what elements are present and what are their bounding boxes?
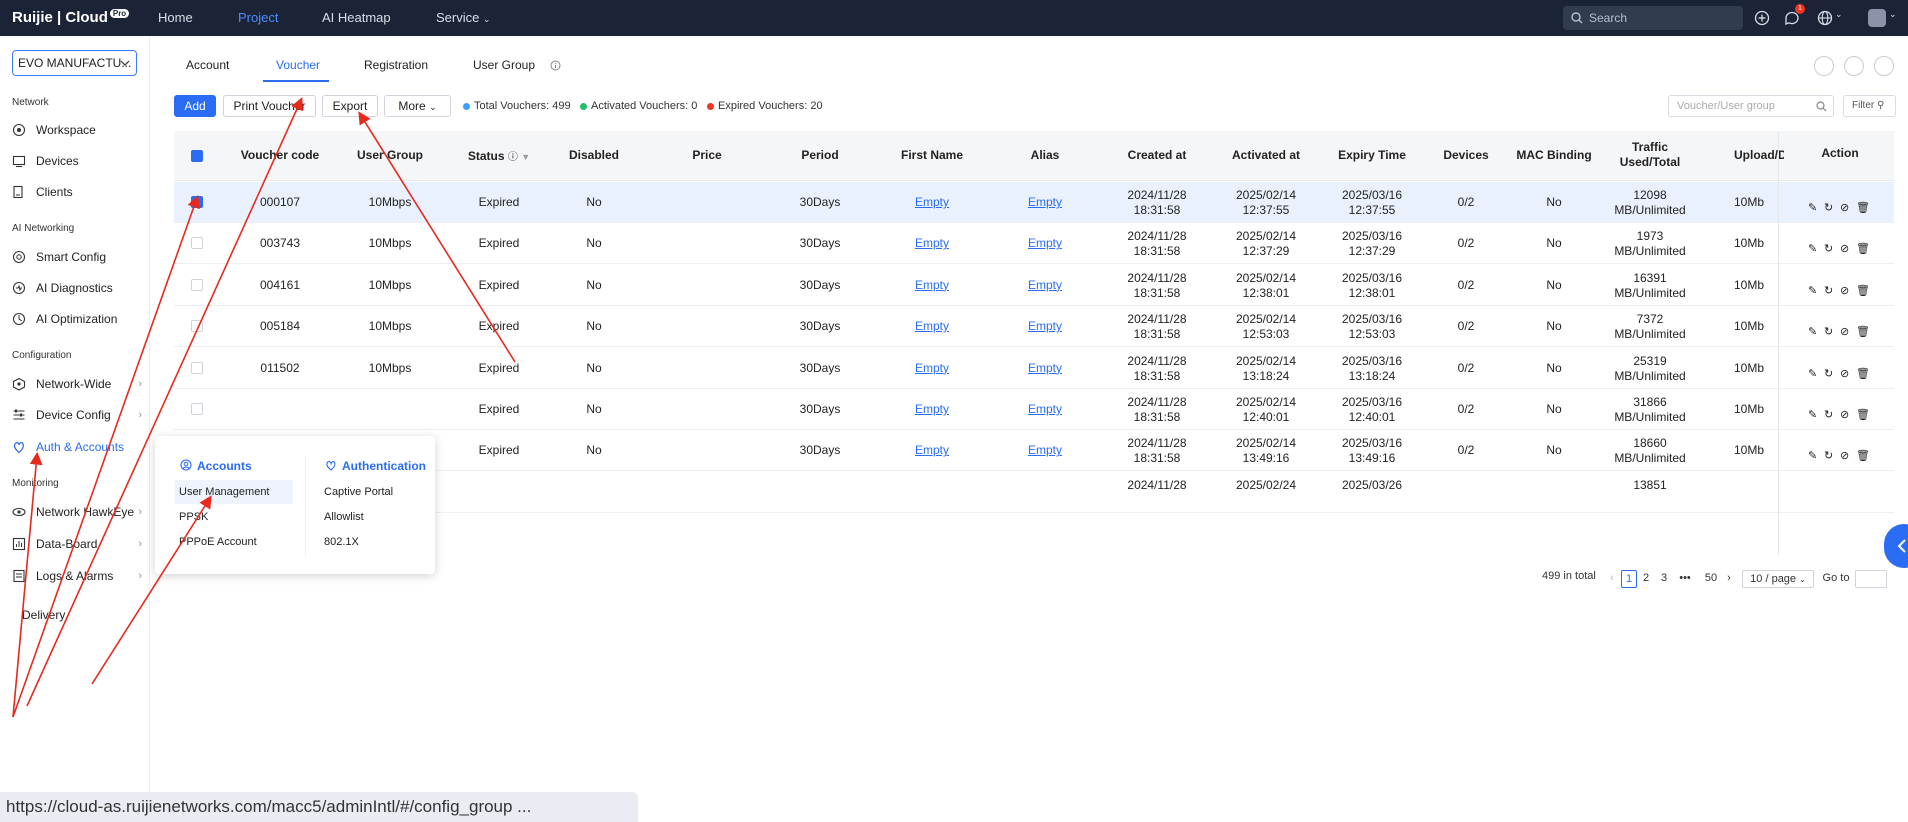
annotation-arrows	[12, 97, 516, 718]
arrow-to-print-voucher	[26, 97, 303, 707]
arrow-to-auth-accounts	[12, 451, 43, 718]
arrow-to-user-management	[91, 495, 212, 685]
arrow-to-export	[358, 111, 516, 363]
arrow-to-checkbox	[12, 194, 200, 718]
